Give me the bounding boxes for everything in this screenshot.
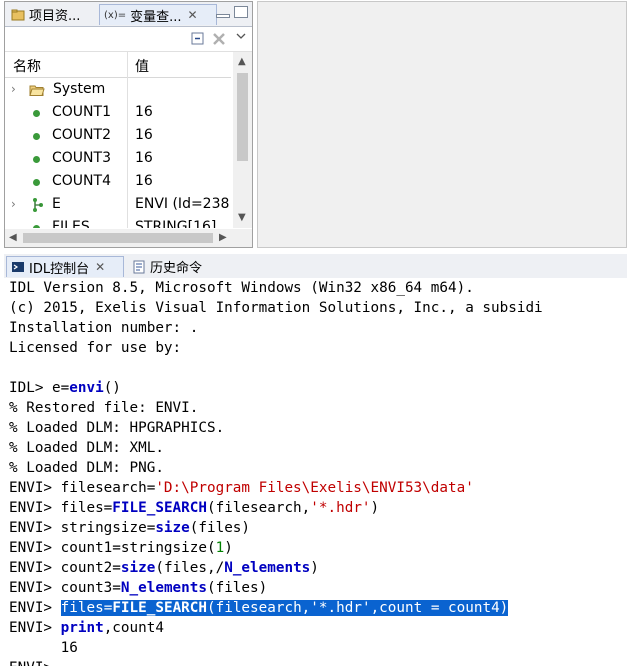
view-controls [216,6,248,18]
variable-value: 16 [135,150,153,166]
tab-idl-console[interactable]: IDL控制台 ✕ [6,256,124,277]
top-view-tabbar: 项目资... (x)= 变量查... ✕ [5,2,252,27]
variable-dot-icon [33,225,40,228]
variable-toolbar [5,27,252,52]
scroll-up-icon[interactable]: ▲ [238,56,246,67]
variable-name: System [53,81,106,97]
tab-label: 变量查... [130,9,182,25]
variable-view: 项目资... (x)= 变量查... ✕ 名称 值 › System COUNT… [4,1,253,248]
console-icon [12,262,24,272]
maximize-icon[interactable] [234,6,248,18]
variable-dot-icon [33,110,40,117]
console-line: ENVI> count1=stringsize(1) [9,540,233,556]
variable-dot-icon [33,179,40,186]
variable-name: COUNT4 [52,173,111,189]
variable-name: COUNT1 [52,104,111,120]
column-header-name[interactable]: 名称 [13,56,41,76]
view-menu-icon[interactable] [235,31,247,41]
variable-icon: (x)= [104,9,127,21]
project-folder-icon [11,9,25,20]
variable-dot-icon [33,156,40,163]
variable-name: E [52,196,61,212]
variable-value: 16 [135,127,153,143]
tree-row-e[interactable]: › E ENVI (Id=238 [5,194,231,217]
variable-value: 16 [135,173,153,189]
tree-row-count4[interactable]: COUNT4 16 [5,171,231,194]
console-line: Licensed for use by: [9,340,182,356]
editor-area [257,1,627,248]
scroll-down-icon[interactable]: ▼ [238,212,246,223]
tab-label: 项目资... [29,9,81,24]
tab-command-history[interactable]: 历史命令 [128,256,218,277]
variable-value: 16 [135,104,153,120]
console-line: % Loaded DLM: PNG. [9,460,164,476]
collapse-all-icon[interactable] [191,32,205,46]
console-line: ENVI> files=FILE_SEARCH(filesearch,'*.hd… [9,500,380,516]
console-output[interactable]: IDL Version 8.5, Microsoft Windows (Win3… [4,278,627,666]
remove-icon[interactable] [212,32,226,46]
variable-name: FILES [52,219,90,228]
console-line: 16 [9,640,78,656]
object-tree-icon [33,198,43,212]
console-line: ENVI> print,count4 [9,620,164,636]
console-line: ENVI> count2=size(files,/N_elements) [9,560,319,576]
tab-project-explorer[interactable]: 项目资... [7,4,97,25]
history-icon [133,260,145,273]
scroll-thumb[interactable] [23,233,213,243]
tab-label: IDL控制台 [29,261,90,277]
variable-value: ENVI (Id=238 [135,196,230,212]
console-tabbar: IDL控制台 ✕ 历史命令 [4,254,627,279]
horizontal-scrollbar[interactable]: ◀ ▶ [5,229,252,247]
folder-open-icon [29,85,45,96]
variable-tree: 名称 值 › System COUNT1 16 COUNT2 16 COUNT3 [5,52,231,228]
selected-text[interactable]: files=FILE_SEARCH(filesearch,'*.hdr',cou… [60,600,509,616]
tab-label: 历史命令 [150,261,203,276]
tree-row-count3[interactable]: COUNT3 16 [5,148,231,171]
close-icon[interactable]: ✕ [95,260,105,274]
tree-row-system[interactable]: › System [5,79,231,102]
console-line: ENVI> stringsize=size(files) [9,520,251,536]
column-header-value[interactable]: 值 [135,56,149,76]
variable-dot-icon [33,133,40,140]
chevron-right-icon[interactable]: › [11,82,16,96]
variable-value: STRING[16] [135,219,217,228]
console-line: ENVI> count3=N_elements(files) [9,580,268,596]
scroll-right-icon[interactable]: ▶ [219,232,227,243]
console-line: IDL Version 8.5, Microsoft Windows (Win3… [9,280,474,296]
scroll-left-icon[interactable]: ◀ [9,232,17,243]
console-line: IDL> e=envi() [9,380,121,396]
console-line: (c) 2015, Exelis Visual Information Solu… [9,300,543,316]
console-line: ENVI> files=FILE_SEARCH(filesearch,'*.hd… [9,600,509,616]
console-line: % Loaded DLM: XML. [9,440,164,456]
chevron-right-icon[interactable]: › [11,197,16,211]
close-icon[interactable]: ✕ [188,8,198,22]
console-line: Installation number: . [9,320,199,336]
scroll-thumb[interactable] [237,73,248,161]
tree-header: 名称 值 [5,52,231,78]
tree-row-count1[interactable]: COUNT1 16 [5,102,231,125]
variable-name: COUNT3 [52,150,111,166]
console-line: ENVI> filesearch='D:\Program Files\Exeli… [9,480,474,496]
tree-row-files[interactable]: FILES STRING[16] [5,217,231,228]
tab-variable-watch[interactable]: (x)= 变量查... ✕ [99,4,217,25]
console-line: % Restored file: ENVI. [9,400,199,416]
minimize-icon[interactable] [216,14,230,18]
console-line: % Loaded DLM: HPGRAPHICS. [9,420,225,436]
variable-name: COUNT2 [52,127,111,143]
console-line: ENVI> [9,658,52,666]
tree-row-count2[interactable]: COUNT2 16 [5,125,231,148]
vertical-scrollbar[interactable]: ▲ ▼ [233,52,252,228]
